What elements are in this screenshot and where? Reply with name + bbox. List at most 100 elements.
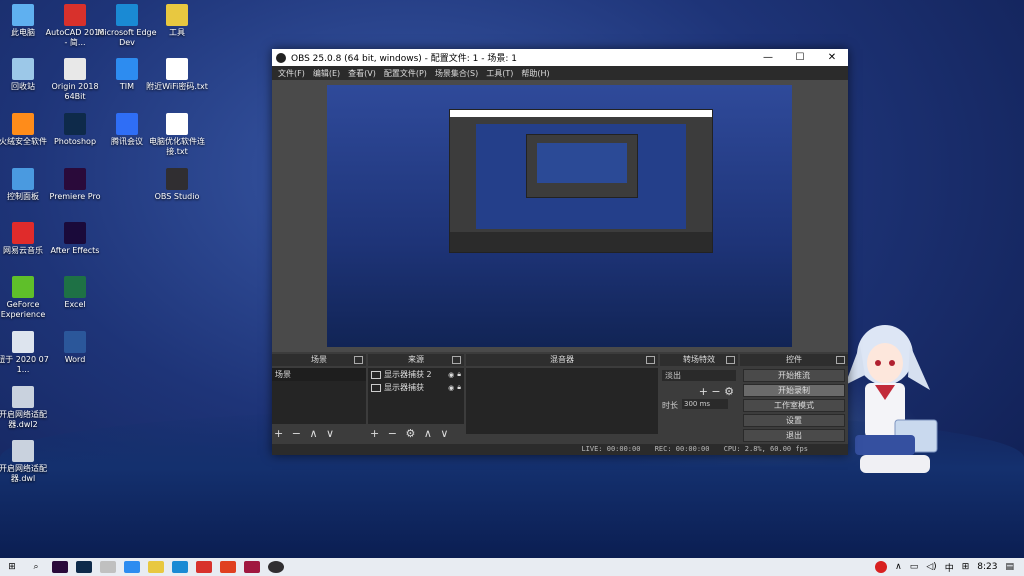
settings-button[interactable]: 设置 bbox=[743, 414, 845, 427]
explorer-taskbar-icon[interactable] bbox=[148, 561, 164, 573]
eye-icon[interactable]: ◉ bbox=[448, 384, 454, 392]
source-item[interactable]: 显示器捕获 ◉ 🔒︎ bbox=[368, 381, 464, 394]
windows-start-icon[interactable]: ⊞ bbox=[0, 562, 24, 572]
preview-canvas[interactable] bbox=[327, 85, 792, 347]
network-icon[interactable]: ▭ bbox=[910, 562, 919, 572]
desktop-icon-label: Premiere Pro bbox=[49, 192, 101, 201]
obs-docks: 场景 场景 + − ∧ ∨ 来源 显示器捕获 2 ◉ 🔒︎ 显示器捕获 ◉ 🔒︎ + −… bbox=[272, 352, 848, 444]
add-transition-icon[interactable]: + bbox=[699, 385, 708, 398]
gear-icon[interactable]: ⚙ bbox=[405, 427, 415, 440]
photoshop-taskbar-icon[interactable] bbox=[76, 561, 92, 573]
app-icon bbox=[12, 276, 34, 298]
source-item[interactable]: 显示器捕获 2 ◉ 🔒︎ bbox=[368, 368, 464, 381]
dock-float-icon[interactable] bbox=[646, 356, 655, 364]
start-streaming-button[interactable]: 开始推流 bbox=[743, 369, 845, 382]
desktop-icon[interactable]: 开启网络适配器.dwl2 bbox=[0, 386, 54, 430]
scenes-list: 场景 bbox=[272, 368, 366, 424]
add-scene-icon[interactable]: + bbox=[274, 427, 283, 440]
transitions-dock: 转场特效 淡出 + − ⚙ 时长 300 ms bbox=[660, 354, 738, 442]
desktop-icon[interactable]: 开启网络适配器.dwl bbox=[0, 440, 54, 484]
app-icon bbox=[166, 168, 188, 190]
lock-icon[interactable]: 🔒︎ bbox=[457, 370, 461, 379]
controls-dock: 控件 开始推流 开始录制 工作室模式 设置 退出 bbox=[740, 354, 848, 442]
dock-float-icon[interactable] bbox=[452, 356, 461, 364]
desktop-icon[interactable]: 电脑优化软件连接.txt bbox=[146, 113, 208, 157]
sources-tools: + − ⚙ ∧ ∨ bbox=[370, 427, 453, 440]
scenes-header: 场景 bbox=[272, 354, 366, 366]
add-source-icon[interactable]: + bbox=[370, 427, 379, 440]
transition-tools: + − ⚙ bbox=[699, 385, 734, 398]
edge-taskbar-icon[interactable] bbox=[172, 561, 188, 573]
duration-input[interactable]: 300 ms bbox=[682, 399, 728, 409]
exit-button[interactable]: 退出 bbox=[743, 429, 845, 442]
remove-scene-icon[interactable]: − bbox=[292, 427, 301, 440]
menu-file[interactable]: 文件(F) bbox=[274, 68, 309, 79]
app-icon bbox=[12, 386, 34, 408]
remove-source-icon[interactable]: − bbox=[388, 427, 397, 440]
scenes-title: 场景 bbox=[311, 355, 327, 364]
menu-view[interactable]: 查看(V) bbox=[344, 68, 380, 79]
desktop-icon-label: 附近WiFi密码.txt bbox=[146, 82, 208, 91]
maximize-button[interactable]: ☐ bbox=[784, 52, 816, 63]
app2-taskbar-icon[interactable] bbox=[244, 561, 260, 573]
obs-titlebar: OBS 25.0.8 (64 bit, windows) - 配置文件: 1 -… bbox=[272, 49, 848, 66]
tray-expand-icon[interactable]: ∧ bbox=[895, 562, 902, 572]
autocad-taskbar-icon[interactable] bbox=[220, 561, 236, 573]
premiere-taskbar-icon[interactable] bbox=[52, 561, 68, 573]
input-mode-icon[interactable]: ⊞ bbox=[962, 562, 970, 572]
eye-icon[interactable]: ◉ bbox=[448, 371, 454, 379]
move-down-icon[interactable]: ∨ bbox=[440, 427, 448, 440]
menu-tools[interactable]: 工具(T) bbox=[482, 68, 517, 79]
volume-icon[interactable]: ◁) bbox=[926, 562, 936, 572]
clock[interactable]: 8:23 bbox=[977, 562, 997, 572]
scene-item[interactable]: 场景 bbox=[272, 368, 366, 381]
desktop-icon[interactable]: 工具 bbox=[146, 4, 208, 38]
close-button[interactable]: ✕ bbox=[816, 52, 848, 63]
menu-profile[interactable]: 配置文件(P) bbox=[380, 68, 431, 79]
desktop-icon[interactable]: Excel bbox=[44, 276, 106, 310]
transition-select[interactable]: 淡出 bbox=[662, 370, 736, 381]
menu-edit[interactable]: 编辑(E) bbox=[309, 68, 344, 79]
desktop-icon[interactable]: OBS Studio bbox=[146, 168, 208, 202]
rec-status: REC: 00:00:00 bbox=[654, 445, 710, 453]
dock-float-icon[interactable] bbox=[836, 356, 845, 364]
netease-taskbar-icon[interactable] bbox=[196, 561, 212, 573]
live-status: LIVE: 00:00:00 bbox=[581, 445, 641, 453]
dock-float-icon[interactable] bbox=[354, 356, 363, 364]
nested-canvas-2 bbox=[537, 143, 627, 183]
obs-taskbar-icon[interactable] bbox=[268, 561, 284, 573]
app-icon bbox=[12, 4, 34, 26]
app-icon bbox=[64, 113, 86, 135]
preview-area[interactable] bbox=[272, 80, 848, 352]
lock-icon[interactable]: 🔒︎ bbox=[457, 383, 461, 392]
record-tray-icon[interactable] bbox=[875, 561, 888, 573]
move-down-icon[interactable]: ∨ bbox=[326, 427, 334, 440]
desktop-icon[interactable]: Word bbox=[44, 331, 106, 365]
app-icon bbox=[12, 113, 34, 135]
move-up-icon[interactable]: ∧ bbox=[424, 427, 432, 440]
app-icon bbox=[12, 58, 34, 80]
gear-icon[interactable]: ⚙ bbox=[724, 385, 734, 398]
ime-indicator[interactable]: 中 bbox=[945, 561, 954, 574]
remove-transition-icon[interactable]: − bbox=[711, 385, 720, 398]
desktop-icon[interactable]: After Effects bbox=[44, 222, 106, 256]
nested-obs-capture-2 bbox=[526, 134, 638, 198]
menu-help[interactable]: 帮助(H) bbox=[517, 68, 553, 79]
menu-scene-collection[interactable]: 场景集合(S) bbox=[431, 68, 482, 79]
start-recording-button[interactable]: 开始录制 bbox=[743, 384, 845, 397]
notification-icon[interactable]: ▤ bbox=[1005, 562, 1014, 572]
studio-mode-button[interactable]: 工作室模式 bbox=[743, 399, 845, 412]
nested-obs-capture bbox=[449, 109, 713, 253]
dock-float-icon[interactable] bbox=[726, 356, 735, 364]
tim-taskbar-icon[interactable] bbox=[124, 561, 140, 573]
move-up-icon[interactable]: ∧ bbox=[309, 427, 317, 440]
app-taskbar-icon[interactable] bbox=[100, 561, 116, 573]
app-icon bbox=[12, 168, 34, 190]
search-icon[interactable]: ⌕ bbox=[24, 562, 48, 572]
monitor-icon bbox=[371, 370, 381, 379]
app-icon bbox=[12, 440, 34, 462]
desktop-icon[interactable]: Premiere Pro bbox=[44, 168, 106, 202]
minimize-button[interactable]: — bbox=[752, 52, 784, 63]
nested-titlebar bbox=[450, 110, 712, 117]
desktop-icon[interactable]: 附近WiFi密码.txt bbox=[146, 58, 208, 92]
